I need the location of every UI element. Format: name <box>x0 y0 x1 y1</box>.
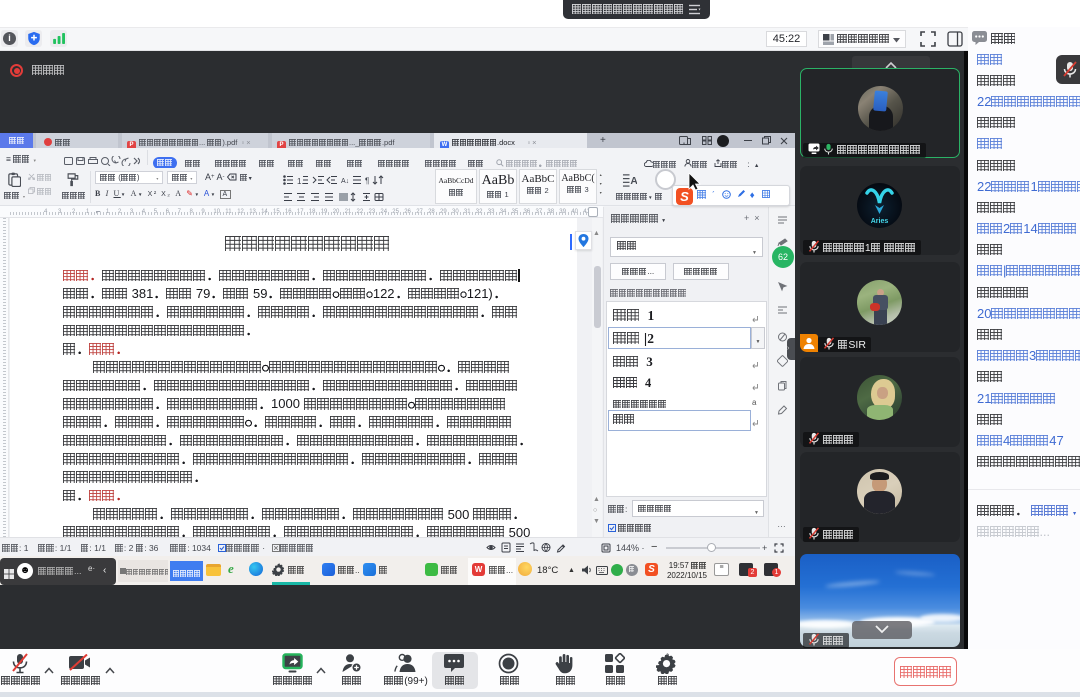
svg-text:A: A <box>630 176 637 187</box>
svg-text:¶: ¶ <box>365 177 369 186</box>
svg-text:Aries: Aries <box>871 218 889 225</box>
svg-text:1.: 1. <box>297 177 304 185</box>
svg-text:A↓: A↓ <box>341 178 349 185</box>
